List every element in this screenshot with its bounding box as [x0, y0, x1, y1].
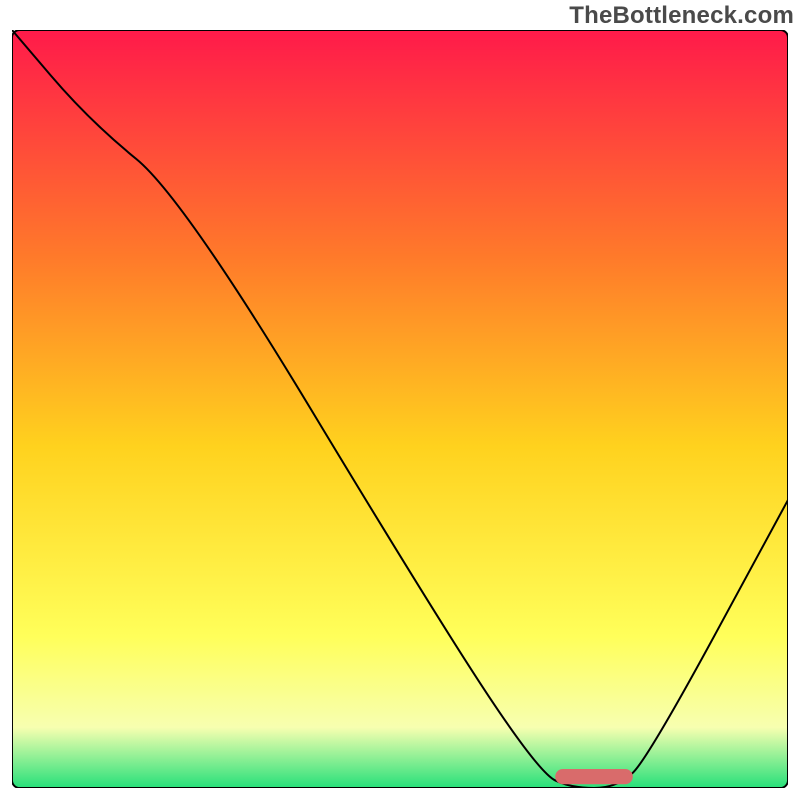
- bottleneck-chart: TheBottleneck.com: [0, 0, 800, 800]
- watermark-text: TheBottleneck.com: [569, 2, 794, 30]
- optimal-range-bar: [555, 769, 633, 784]
- gradient-background: [12, 30, 788, 788]
- plot-area: [12, 30, 788, 788]
- chart-svg: [12, 30, 788, 788]
